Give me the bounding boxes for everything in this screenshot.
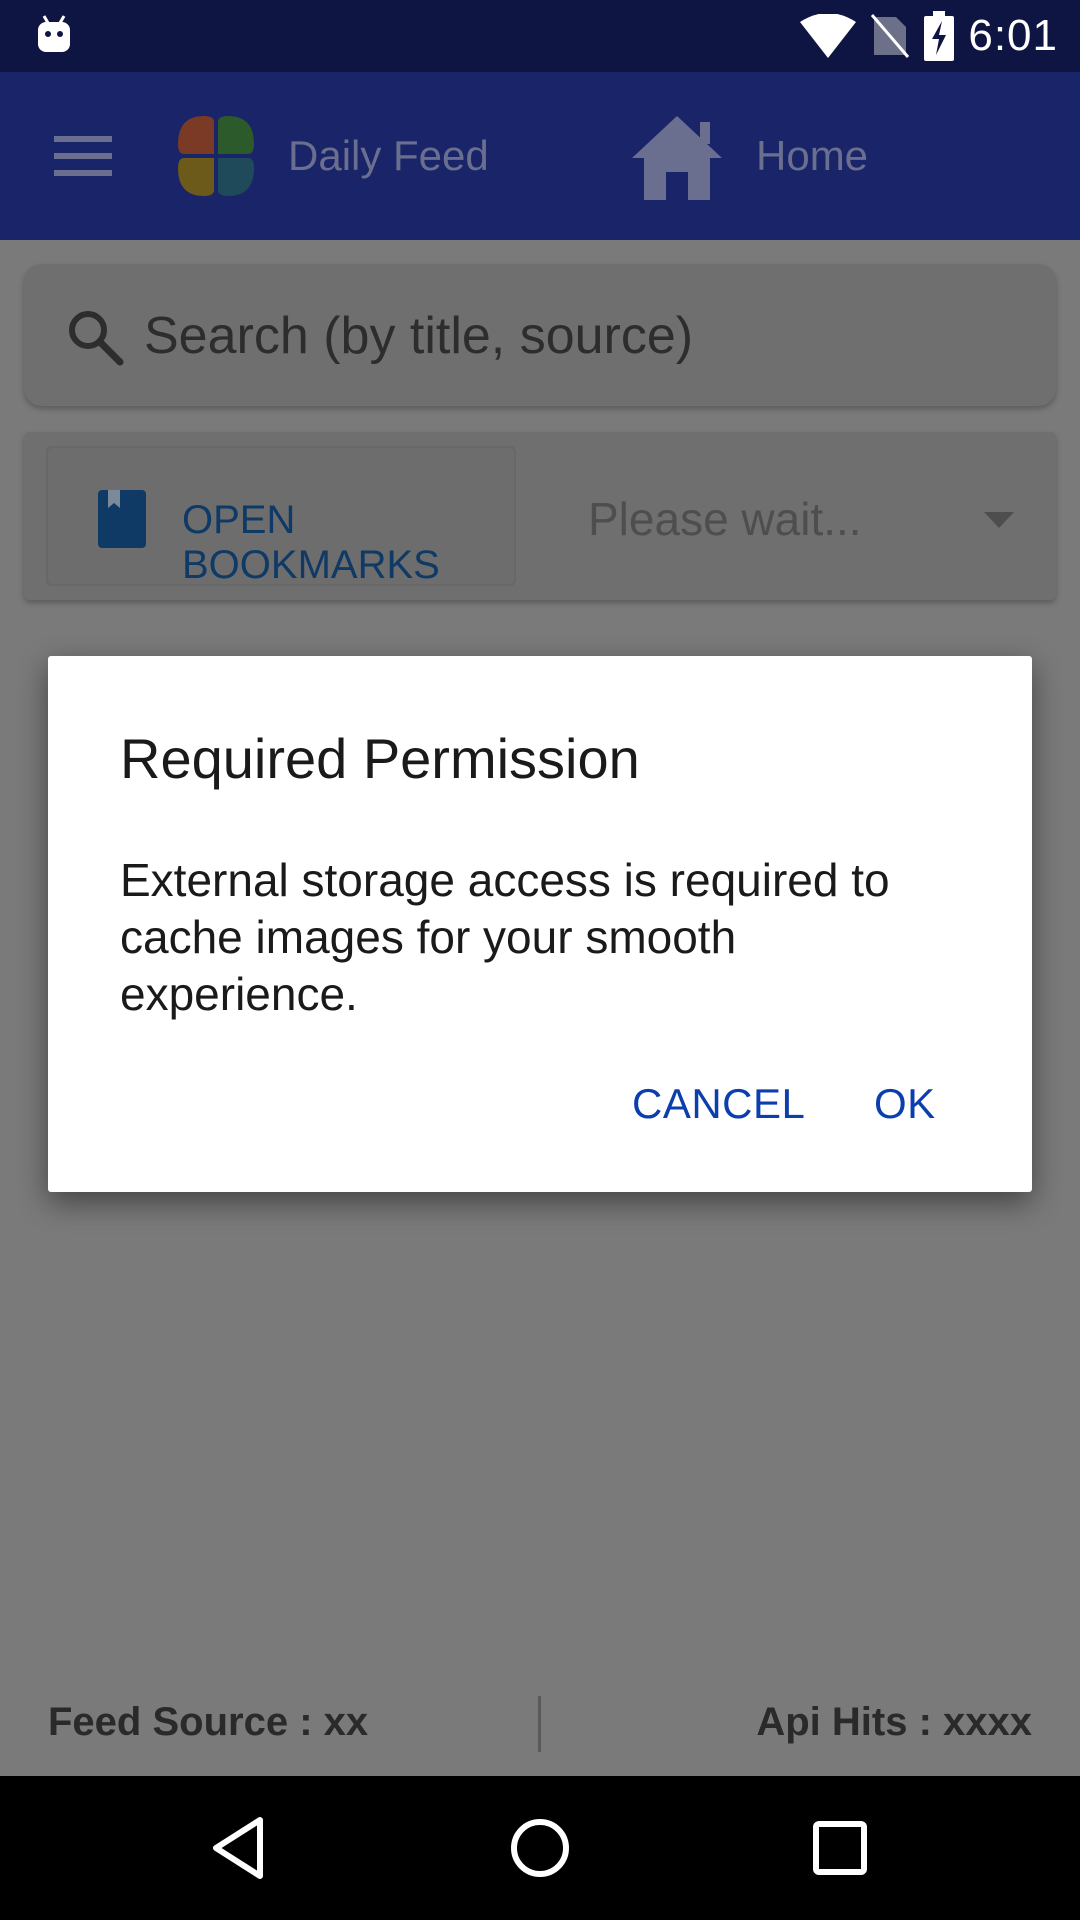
api-hits-text: Api Hits : xxxx: [756, 1700, 1032, 1744]
cancel-button[interactable]: CANCEL: [632, 1080, 805, 1128]
search-input[interactable]: [144, 298, 1024, 374]
search-icon: [69, 311, 124, 366]
dropdown-value: Please wait...: [588, 493, 862, 545]
bookmark-book-icon: [98, 490, 146, 548]
app-logo-icon: [178, 116, 254, 196]
feed-dropdown[interactable]: Please wait...: [564, 446, 1034, 586]
navigation-bar: [0, 1776, 1080, 1920]
menu-icon[interactable]: [54, 134, 112, 178]
status-bar: 6:01: [0, 0, 1080, 72]
footer-divider: [538, 1696, 541, 1752]
open-bookmarks-button[interactable]: OPEN BOOKMARKS: [46, 446, 516, 587]
home-label[interactable]: Home: [756, 132, 868, 180]
app-bar: Daily Feed Home: [0, 72, 1080, 240]
dialog-title: Required Permission: [120, 727, 640, 790]
toolbar-card: OPEN BOOKMARKS Please wait...: [24, 432, 1056, 600]
android-notification-icon: [38, 15, 70, 52]
ok-button[interactable]: OK: [874, 1080, 936, 1128]
status-time: 6:01: [968, 11, 1058, 60]
search-box[interactable]: [24, 264, 1056, 406]
open-bookmarks-label: OPEN BOOKMARKS: [182, 498, 440, 587]
back-icon[interactable]: [204, 1812, 276, 1884]
recents-icon[interactable]: [804, 1812, 876, 1884]
app-title: Daily Feed: [288, 132, 489, 179]
chevron-down-icon: [984, 512, 1014, 528]
footer-bar: Feed Source : xx Api Hits : xxxx: [0, 1680, 1080, 1776]
permission-dialog: Required Permission External storage acc…: [48, 656, 1032, 1192]
feed-source-text: Feed Source : xx: [48, 1700, 369, 1744]
wifi-icon: [800, 14, 857, 58]
battery-charging-icon: [924, 11, 955, 61]
home-nav-icon[interactable]: [504, 1812, 576, 1884]
no-sim-icon: [871, 14, 910, 58]
home-icon[interactable]: [630, 114, 724, 200]
dialog-message: External storage access is required to c…: [120, 854, 890, 1020]
